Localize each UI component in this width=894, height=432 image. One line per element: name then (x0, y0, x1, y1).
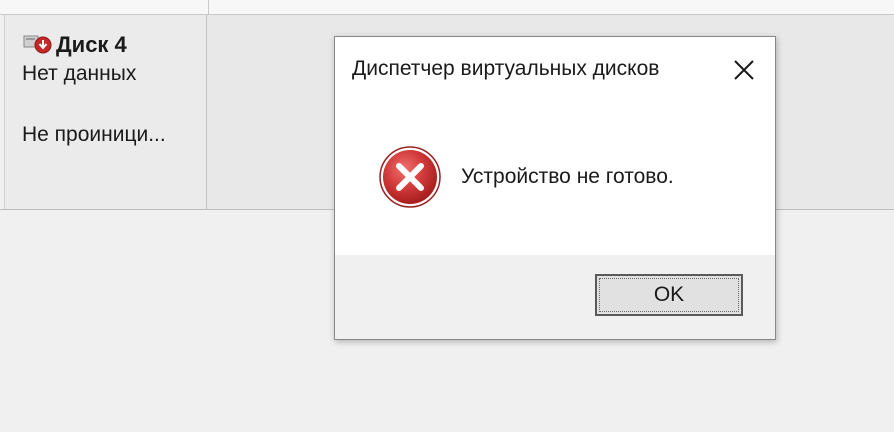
disk-error-icon (22, 33, 56, 57)
dialog-titlebar[interactable]: Диспетчер виртуальных дисков (335, 37, 775, 101)
error-dialog: Диспетчер виртуальных дисков Устройство … (334, 36, 776, 340)
disk-title: Диск 4 (56, 32, 127, 57)
disk-status-text: Нет данных (22, 62, 137, 85)
dialog-footer: OK (335, 255, 775, 339)
disk-title-row: Диск 4 (22, 32, 127, 58)
error-icon (378, 145, 442, 209)
ok-button-label: OK (653, 283, 685, 306)
disk-init-text: Не проиници... (22, 123, 166, 146)
dialog-title: Диспетчер виртуальных дисков (352, 57, 660, 80)
top-strip (0, 0, 894, 15)
column-divider (208, 0, 209, 14)
dialog-body: Устройство не готово. (335, 101, 775, 255)
ok-button[interactable]: OK (595, 274, 743, 316)
error-message: Устройство не готово. (461, 165, 674, 188)
close-icon (734, 60, 754, 80)
close-button[interactable] (723, 49, 765, 91)
